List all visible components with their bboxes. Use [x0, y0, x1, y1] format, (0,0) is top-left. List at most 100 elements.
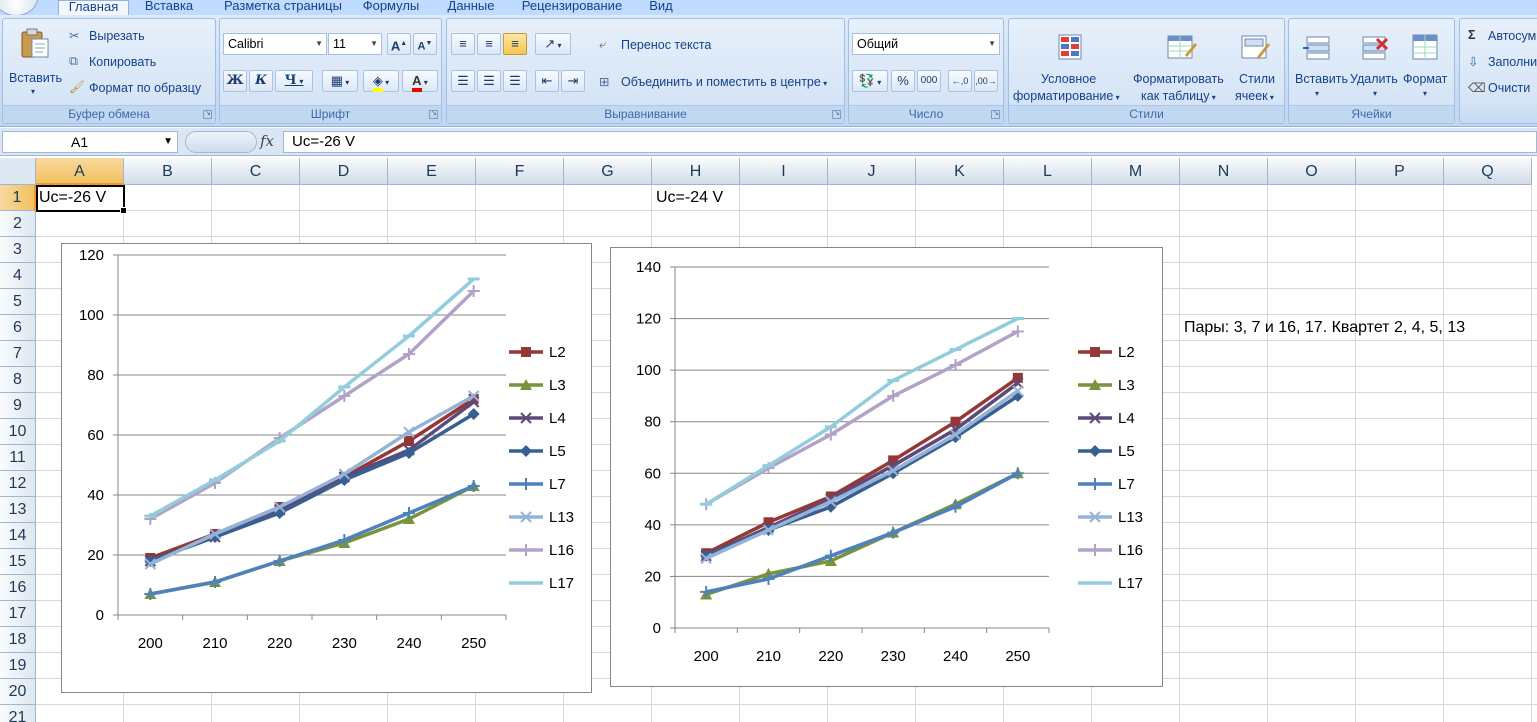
- cell-styles-label-1[interactable]: Стили: [1239, 72, 1275, 86]
- tab-page-layout[interactable]: Разметка страницы: [214, 0, 352, 15]
- align-left-button[interactable]: ☰: [451, 70, 475, 92]
- row-header-4[interactable]: 4: [0, 263, 36, 289]
- align-right-button[interactable]: ☰: [503, 70, 527, 92]
- fill-color-button[interactable]: ◈ ▾: [363, 70, 399, 92]
- autosum-button[interactable]: Автосум: [1488, 29, 1536, 43]
- row-header-13[interactable]: 13: [0, 497, 36, 523]
- decrease-decimal-button[interactable]: ,00→: [974, 70, 998, 92]
- wrap-text-button[interactable]: Перенос текста: [621, 38, 711, 52]
- column-header-p[interactable]: P: [1356, 158, 1444, 185]
- paste-dropdown-arrow[interactable]: ▾: [31, 87, 35, 96]
- column-header-o[interactable]: O: [1268, 158, 1356, 185]
- row-header-20[interactable]: 20: [0, 679, 36, 705]
- tab-home[interactable]: Главная: [58, 0, 129, 15]
- row-header-18[interactable]: 18: [0, 627, 36, 653]
- row-header-9[interactable]: 9: [0, 393, 36, 419]
- row-header-6[interactable]: 6: [0, 315, 36, 341]
- insert-function-button[interactable]: fx: [260, 131, 280, 153]
- paste-button[interactable]: Вставить: [9, 71, 62, 85]
- conditional-formatting-label-1[interactable]: Условное: [1041, 72, 1096, 86]
- row-header-15[interactable]: 15: [0, 549, 36, 575]
- font-launcher-icon[interactable]: ↘: [429, 110, 438, 119]
- align-middle-button[interactable]: ≡: [477, 33, 501, 55]
- formula-input[interactable]: Uc=-26 V: [283, 131, 1537, 153]
- format-as-table-label-1[interactable]: Форматировать: [1133, 72, 1224, 86]
- increase-indent-button[interactable]: ⇥: [561, 70, 585, 92]
- row-header-11[interactable]: 11: [0, 445, 36, 471]
- font-color-button[interactable]: A ▾: [402, 70, 438, 92]
- format-painter-button[interactable]: Формат по образцу: [89, 81, 201, 95]
- tab-view[interactable]: Вид: [642, 0, 680, 15]
- column-header-l[interactable]: L: [1004, 158, 1092, 185]
- increase-decimal-button[interactable]: ←,0: [948, 70, 972, 92]
- column-header-i[interactable]: I: [740, 158, 828, 185]
- format-cells-dropdown[interactable]: ▾: [1423, 89, 1427, 98]
- column-header-g[interactable]: G: [564, 158, 652, 185]
- bold-button[interactable]: Ж: [223, 70, 247, 92]
- row-header-21[interactable]: 21: [0, 705, 36, 722]
- orientation-button[interactable]: ↗ ▾: [535, 33, 571, 55]
- merge-center-button[interactable]: Объединить и поместить в центре ▾: [621, 75, 827, 89]
- clipboard-launcher-icon[interactable]: ↘: [203, 110, 212, 119]
- chart-uc-24[interactable]: 0 20 40 60 80 100 120 140 200 210 220 230 240 250 L2 L3…: [610, 247, 1163, 687]
- row-header-5[interactable]: 5: [0, 289, 36, 315]
- copy-button[interactable]: Копировать: [89, 55, 156, 69]
- row-header-14[interactable]: 14: [0, 523, 36, 549]
- underline-button[interactable]: Ч ▾: [275, 70, 313, 92]
- font-size-combo[interactable]: 11 ▼: [328, 33, 382, 55]
- percent-button[interactable]: %: [891, 70, 915, 92]
- column-header-m[interactable]: M: [1092, 158, 1180, 185]
- row-header-12[interactable]: 12: [0, 471, 36, 497]
- row-header-3[interactable]: 3: [0, 237, 36, 263]
- column-header-d[interactable]: D: [300, 158, 388, 185]
- insert-cells-dropdown[interactable]: ▾: [1315, 89, 1319, 98]
- italic-button[interactable]: К: [249, 70, 273, 92]
- decrease-indent-button[interactable]: ⇤: [535, 70, 559, 92]
- column-header-n[interactable]: N: [1180, 158, 1268, 185]
- delete-cells-dropdown[interactable]: ▾: [1373, 89, 1377, 98]
- cell-n6[interactable]: Пары: 3, 7 и 16, 17. Квартет 2, 4, 5, 13: [1184, 315, 1465, 341]
- column-header-e[interactable]: E: [388, 158, 476, 185]
- column-header-c[interactable]: C: [212, 158, 300, 185]
- cell-styles-button[interactable]: ячеек ▾: [1235, 89, 1274, 103]
- align-top-button[interactable]: ≡: [451, 33, 475, 55]
- number-format-combo[interactable]: Общий ▼: [852, 33, 1000, 55]
- fill-button[interactable]: Заполни: [1488, 55, 1537, 69]
- row-header-19[interactable]: 19: [0, 653, 36, 679]
- shrink-font-button[interactable]: A▼: [413, 33, 437, 55]
- align-bottom-button[interactable]: ≡: [503, 33, 527, 55]
- borders-button[interactable]: ▦ ▾: [322, 70, 358, 92]
- thousands-button[interactable]: 000: [917, 70, 941, 92]
- grow-font-button[interactable]: A▲: [387, 33, 411, 55]
- conditional-formatting-button[interactable]: форматирование ▾: [1013, 89, 1120, 103]
- tab-review[interactable]: Рецензирование: [514, 0, 630, 15]
- font-name-combo[interactable]: Calibri ▼: [223, 33, 327, 55]
- format-cells-button[interactable]: Формат: [1403, 72, 1447, 86]
- column-header-h[interactable]: H: [652, 158, 740, 185]
- office-button[interactable]: [0, 0, 38, 16]
- alignment-launcher-icon[interactable]: ↘: [832, 110, 841, 119]
- delete-cells-button[interactable]: Удалить: [1350, 72, 1398, 86]
- currency-button[interactable]: 💱 ▾: [852, 70, 888, 92]
- row-header-16[interactable]: 16: [0, 575, 36, 601]
- column-header-k[interactable]: K: [916, 158, 1004, 185]
- row-header-8[interactable]: 8: [0, 367, 36, 393]
- tab-insert[interactable]: Вставка: [137, 0, 201, 15]
- row-header-10[interactable]: 10: [0, 419, 36, 445]
- chart-uc-26[interactable]: 0 20 40 60 80 100 120 200 210 220 230 240 250 L2 L3 L4 L…: [61, 243, 592, 693]
- tab-formulas[interactable]: Формулы: [356, 0, 426, 15]
- column-header-j[interactable]: J: [828, 158, 916, 185]
- tab-data[interactable]: Данные: [440, 0, 502, 15]
- name-box[interactable]: A1 ▼: [2, 131, 178, 153]
- row-header-17[interactable]: 17: [0, 601, 36, 627]
- clear-button[interactable]: Очисти: [1488, 81, 1530, 95]
- cell-h1[interactable]: Uc=-24 V: [656, 185, 723, 211]
- row-header-1[interactable]: 1: [0, 185, 36, 211]
- align-center-button[interactable]: ☰: [477, 70, 501, 92]
- insert-cells-button[interactable]: Вставить: [1295, 72, 1348, 86]
- row-header-2[interactable]: 2: [0, 211, 36, 237]
- row-header-7[interactable]: 7: [0, 341, 36, 367]
- column-header-f[interactable]: F: [476, 158, 564, 185]
- select-all-button[interactable]: [0, 158, 36, 185]
- number-launcher-icon[interactable]: ↘: [991, 110, 1000, 119]
